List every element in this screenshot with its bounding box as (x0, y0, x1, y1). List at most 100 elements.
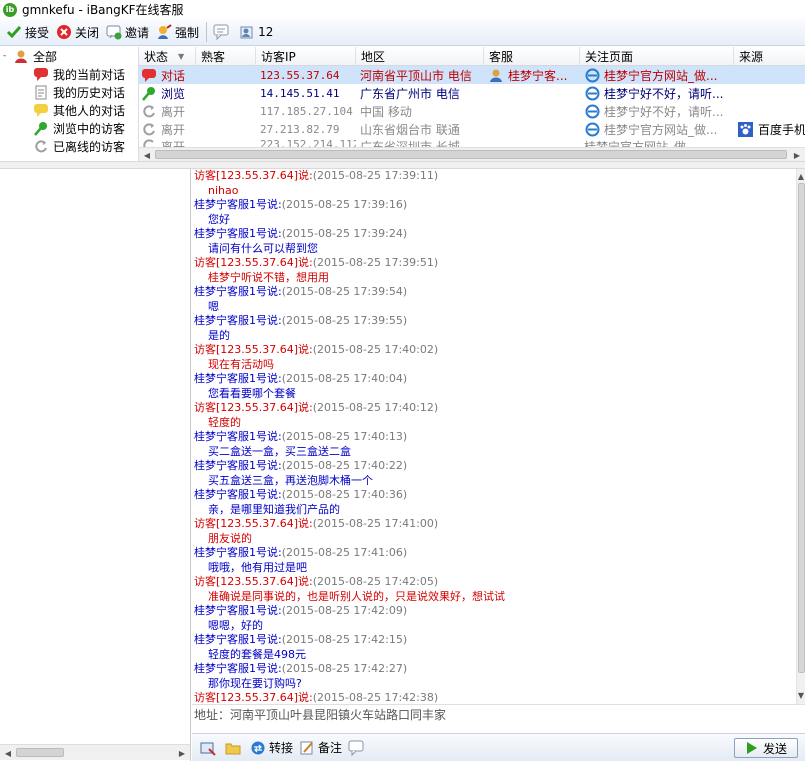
tree-item-browsing-visitors[interactable]: 浏览中的访客 (0, 119, 138, 137)
left-horizontal-scrollbar[interactable]: ◀ ▶ (0, 744, 190, 760)
column-header-source[interactable]: 来源 (734, 47, 805, 66)
offline-refresh-icon (141, 138, 157, 147)
table-row[interactable]: 浏览 14.145.51.41 广东省广州市 电信 桂梦宁好不好，请听... (139, 84, 805, 102)
message-text: 那你现在要订购吗? (208, 676, 302, 690)
toolbar: 接受 关闭 邀请 强制 12 (0, 19, 805, 46)
folder-icon (225, 740, 241, 756)
message-text: 嗯 (208, 299, 219, 313)
transfer-button[interactable]: 转接 (248, 737, 297, 759)
row-ip: 117.185.27.104 (260, 104, 353, 118)
pane-splitter[interactable] (0, 161, 805, 169)
row-region: 中国 移动 (360, 104, 412, 119)
row-page: 桂梦宁官方网站_做... (604, 68, 718, 83)
row-status: 离开 (161, 140, 186, 147)
tree-item-history-chats[interactable]: 我的历史对话 (0, 83, 138, 101)
play-icon (745, 741, 759, 755)
close-button[interactable]: 关闭 (53, 20, 103, 44)
message-text: 朋友说的 (208, 531, 252, 545)
message-toolbar: 转接 备注 发送 (192, 733, 805, 761)
column-header-ip[interactable]: 访客IP (256, 47, 356, 66)
chat-window: { "window": {"title": "gmnkefu - iBangKF… (0, 0, 805, 761)
row-ip: 123.55.37.64 (260, 68, 340, 82)
row-region: 广东省广州市 电信 (360, 86, 460, 101)
message-header: 访客[123.55.37.64]说:(2015-08-25 17:39:11) (194, 169, 439, 182)
tree-item-current-chats[interactable]: 我的当前对话 (0, 65, 138, 83)
scroll-down-icon[interactable]: ▼ (795, 689, 805, 701)
scroll-right-icon[interactable]: ▶ (176, 747, 188, 759)
left-scroll-thumb[interactable] (16, 748, 64, 757)
queue-button[interactable]: 12 (236, 20, 277, 44)
message-time: (2015-08-25 17:39:55) (281, 314, 408, 327)
window-title: gmnkefu - iBangKF在线客服 (22, 3, 184, 17)
red-chat-icon (141, 68, 157, 83)
table-row[interactable]: 离开 223.152.214.112 广东省深圳市 长城 桂梦宁官方网站_做..… (139, 138, 805, 147)
table-row[interactable]: 离开 117.185.27.104 中国 移动 桂梦宁好不好，请听... (139, 102, 805, 120)
green-pin-icon (33, 121, 49, 136)
row-page: 桂梦宁好不好，请听... (604, 104, 724, 119)
send-label: 发送 (762, 741, 787, 756)
force-button[interactable]: 强制 (153, 20, 203, 44)
message-input[interactable]: 地址：河南平顶山叶县昆阳镇火车站路口同丰家 (192, 704, 805, 732)
tree-item-label: 我的历史对话 (53, 85, 126, 100)
column-header-status[interactable]: 状态 ▼ (139, 47, 196, 66)
screenshot-button[interactable] (198, 737, 223, 759)
row-region: 河南省平顶山市 电信 (360, 68, 472, 83)
row-source (734, 66, 805, 84)
invite-button[interactable]: 邀请 (103, 20, 153, 44)
row-agent (484, 84, 580, 102)
row-ip: 27.213.82.79 (260, 122, 340, 136)
message-text: 嗯嗯，好的 (208, 618, 263, 632)
check-icon (6, 24, 22, 40)
offline-refresh-icon (141, 104, 157, 119)
row-status: 离开 (161, 122, 186, 137)
message-text: 您看看要哪个套餐 (208, 386, 296, 400)
chat-scroll-thumb[interactable] (798, 183, 805, 673)
collapse-icon[interactable]: - (3, 51, 13, 61)
message-header: 访客[123.55.37.64]说:(2015-08-25 17:41:00) (194, 517, 439, 530)
grid-horizontal-scrollbar[interactable]: ◀ ▶ (139, 147, 805, 161)
tree-item-label: 已离线的访客 (53, 139, 126, 154)
message-time: (2015-08-25 17:42:15) (281, 633, 408, 646)
message-text: 请问有什么可以帮到您 (208, 241, 318, 255)
message-text: 轻度的 (208, 415, 241, 429)
column-header-region[interactable]: 地区 (356, 47, 484, 66)
agent-icon (488, 68, 504, 83)
row-status: 对话 (161, 68, 186, 83)
send-button[interactable]: 发送 (734, 738, 798, 758)
tree-item-others-chats[interactable]: 其他人的对话 (0, 101, 138, 119)
scroll-left-icon[interactable]: ◀ (141, 149, 153, 161)
table-row[interactable]: 离开 27.213.82.79 山东省烟台市 联通 桂梦宁官方网站_做... 百… (139, 120, 805, 138)
note-button[interactable]: 备注 (297, 737, 346, 759)
message-time: (2015-08-25 17:39:16) (281, 198, 408, 211)
ie-browser-icon (584, 86, 600, 101)
message-text: nihao (208, 183, 239, 197)
quick-reply-button[interactable] (210, 20, 236, 44)
quick-reply-button[interactable] (346, 737, 371, 759)
column-header-agent[interactable]: 客服 (484, 47, 580, 66)
accept-button[interactable]: 接受 (3, 20, 53, 44)
message-header: 桂梦宁客服1号说:(2015-08-25 17:39:55) (194, 314, 408, 327)
title-bar: ib gmnkefu - iBangKF在线客服 (0, 0, 805, 19)
message-text: 是的 (208, 328, 230, 342)
row-status: 浏览 (161, 86, 186, 101)
message-time: (2015-08-25 17:39:51) (312, 256, 439, 269)
send-file-button[interactable] (223, 737, 248, 759)
column-header-regular[interactable]: 熟客 (196, 47, 256, 66)
row-agent (484, 102, 580, 120)
scroll-up-icon[interactable]: ▲ (795, 170, 805, 182)
message-text: 您好 (208, 212, 230, 226)
table-row[interactable]: 对话 123.55.37.64 河南省平顶山市 电信 桂梦宁客... 桂梦宁官方… (139, 66, 805, 84)
scroll-right-icon[interactable]: ▶ (791, 149, 803, 161)
chat-vertical-scrollbar[interactable]: ▲ ▼ (796, 169, 805, 704)
ie-browser-icon (584, 68, 600, 83)
row-status: 离开 (161, 104, 186, 119)
grid-scroll-thumb[interactable] (155, 150, 787, 159)
row-source (734, 84, 805, 102)
toolbar-separator (206, 22, 208, 42)
column-header-page[interactable]: 关注页面 (580, 47, 734, 66)
tree-root-all[interactable]: - 全部 (0, 47, 138, 65)
scroll-left-icon[interactable]: ◀ (2, 747, 14, 759)
message-time: (2015-08-25 17:39:54) (281, 285, 408, 298)
message-text: 买二盒送一盒，买三盒送二盒 (208, 444, 351, 458)
tree-item-offline-visitors[interactable]: 已离线的访客 (0, 137, 138, 155)
